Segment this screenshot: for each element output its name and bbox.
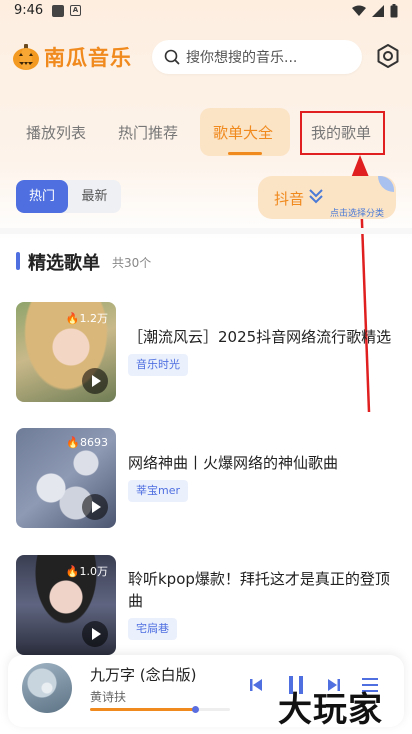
playlist-item[interactable]: 🔥1.0万 聆听kpop爆款！拜托这才是真正的登顶曲 宅扃巷 bbox=[16, 555, 406, 655]
play-count: 🔥1.2万 bbox=[65, 312, 108, 325]
fire-icon: 🔥 bbox=[66, 436, 80, 449]
playlist-cover: 🔥8693 bbox=[16, 428, 116, 528]
play-button[interactable] bbox=[82, 494, 108, 520]
app-logo: 南瓜音乐 bbox=[12, 42, 132, 72]
notification-icon bbox=[52, 5, 64, 17]
play-icon bbox=[92, 501, 101, 513]
playlist-cover: 🔥1.2万 bbox=[16, 302, 116, 402]
signal-icon bbox=[372, 5, 384, 17]
playlist-tag[interactable]: 宅扃巷 bbox=[128, 618, 177, 640]
tab-playlist-collection[interactable]: 歌单大全 bbox=[213, 122, 273, 143]
player-progress-knob[interactable] bbox=[192, 706, 199, 713]
app-name: 南瓜音乐 bbox=[44, 46, 132, 70]
status-icons bbox=[352, 4, 398, 18]
search-placeholder: 搜你想搜的音乐... bbox=[186, 50, 298, 66]
previous-button[interactable] bbox=[248, 677, 264, 697]
playlist-title: 网络神曲丨火爆网络的神仙歌曲 bbox=[128, 454, 339, 472]
player-song-title: 九万字 (念白版) bbox=[90, 666, 197, 684]
watermark: 大玩家 bbox=[278, 690, 383, 730]
section-marker bbox=[16, 252, 20, 270]
playlist-item[interactable]: 🔥8693 网络神曲丨火爆网络的神仙歌曲 莘宝mer bbox=[16, 428, 406, 528]
fire-icon: 🔥 bbox=[65, 565, 80, 578]
album-art bbox=[22, 663, 72, 713]
section-count: 共30个 bbox=[112, 256, 152, 270]
double-chevron-down-icon bbox=[309, 189, 323, 204]
status-time: 9:46 bbox=[14, 3, 44, 18]
settings-button[interactable] bbox=[374, 42, 402, 70]
tab-active-indicator bbox=[228, 152, 262, 155]
play-count: 🔥8693 bbox=[66, 436, 108, 449]
playlist-cover: 🔥1.0万 bbox=[16, 555, 116, 655]
notification-a-icon: A bbox=[70, 5, 81, 16]
category-hint: 点击选择分类 bbox=[330, 209, 385, 219]
category-label: 抖音 bbox=[274, 190, 305, 208]
search-input[interactable]: 搜你想搜的音乐... bbox=[152, 40, 362, 74]
section-title: 精选歌单 bbox=[28, 253, 100, 274]
skip-previous-icon bbox=[250, 679, 262, 691]
player-artist: 黄诗扶 bbox=[90, 690, 127, 704]
sort-new-button[interactable]: 最新 bbox=[68, 180, 121, 213]
wifi-icon bbox=[352, 5, 366, 16]
search-icon bbox=[164, 49, 180, 65]
pumpkin-icon bbox=[13, 44, 39, 70]
playlist-tag[interactable]: 音乐时光 bbox=[128, 354, 188, 376]
play-count: 🔥1.0万 bbox=[65, 565, 108, 578]
play-icon bbox=[92, 375, 101, 387]
playlist-title: 聆听kpop爆款！拜托这才是真正的登顶曲 bbox=[128, 570, 390, 610]
category-button[interactable]: 抖音 点击选择分类 bbox=[258, 176, 396, 219]
battery-icon bbox=[390, 4, 398, 18]
playlist-tag[interactable]: 莘宝mer bbox=[128, 480, 189, 502]
play-icon bbox=[92, 628, 101, 640]
section-divider bbox=[0, 228, 412, 234]
sort-segmented-control: 热门 最新 bbox=[16, 180, 121, 213]
tab-hot-recommend[interactable]: 热门推荐 bbox=[118, 122, 178, 143]
play-button[interactable] bbox=[82, 368, 108, 394]
player-progress-bar[interactable] bbox=[90, 706, 230, 713]
status-bar: 9:46 A bbox=[0, 0, 412, 26]
fire-icon: 🔥 bbox=[65, 312, 80, 325]
playlist-item[interactable]: 🔥1.2万 ［潮流风云］2025抖音网络流行歌精选 音乐时光 bbox=[16, 302, 406, 402]
tab-playlist[interactable]: 播放列表 bbox=[26, 122, 86, 143]
play-button[interactable] bbox=[82, 621, 108, 647]
highlight-box bbox=[300, 111, 385, 155]
sort-hot-button[interactable]: 热门 bbox=[16, 180, 68, 213]
player-progress-fill bbox=[90, 708, 195, 711]
settings-icon bbox=[377, 44, 399, 68]
playlist-title: ［潮流风云］2025抖音网络流行歌精选 bbox=[128, 328, 392, 346]
corner-decoration bbox=[378, 176, 394, 192]
